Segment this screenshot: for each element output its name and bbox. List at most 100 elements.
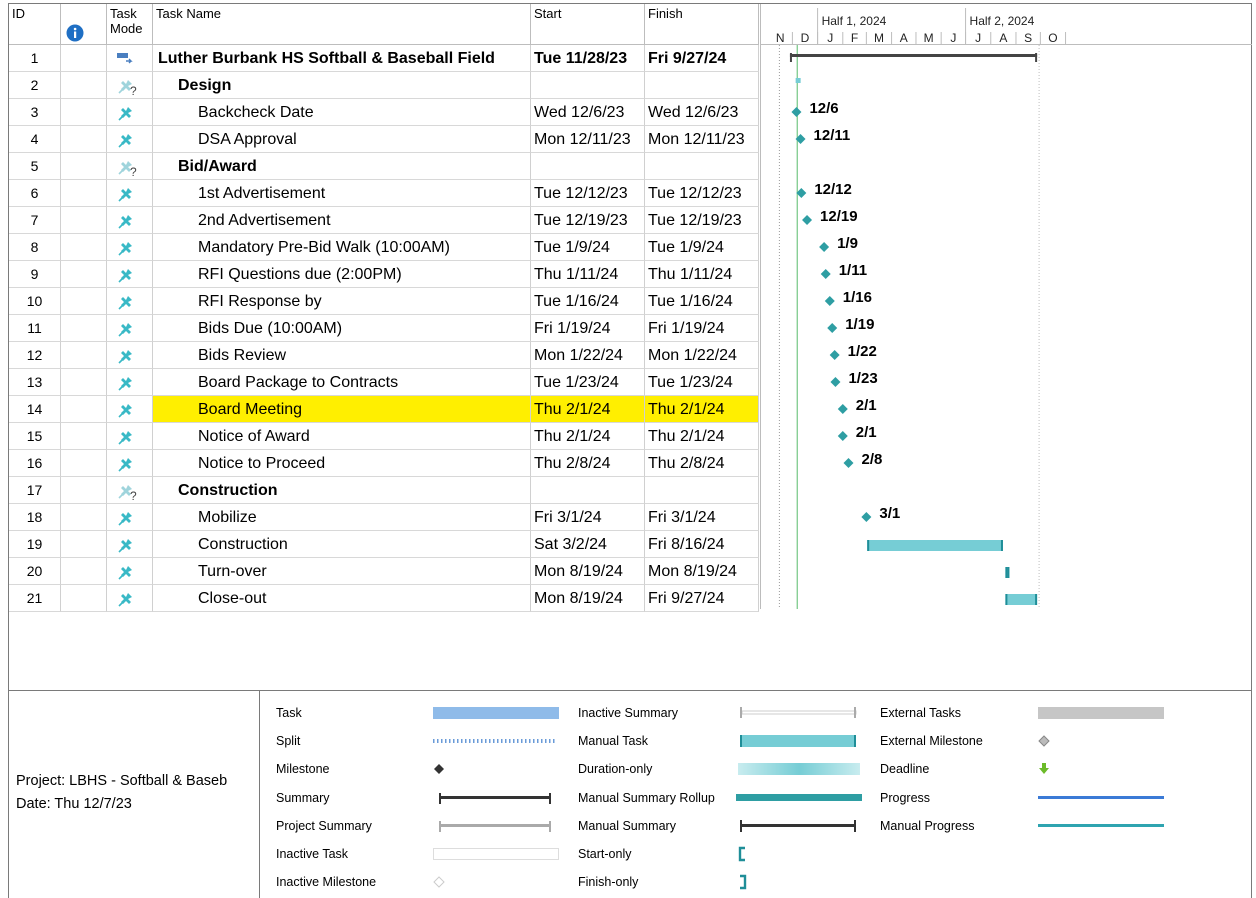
row-finish[interactable]: Fri 1/19/24 [645,315,759,342]
milestone-marker[interactable] [837,431,848,441]
row-task-mode[interactable]: ? [107,477,153,504]
row-start[interactable] [531,72,645,99]
row-start[interactable]: Sat 3/2/24 [531,531,645,558]
row-finish[interactable] [645,72,759,99]
row-finish[interactable]: Tue 12/19/23 [645,207,759,234]
row-start[interactable]: Thu 2/1/24 [531,396,645,423]
row-task-name[interactable]: Bids Review [153,342,531,369]
row-start[interactable]: Mon 8/19/24 [531,585,645,612]
row-start[interactable]: Tue 11/28/23 [531,45,645,72]
milestone-marker[interactable] [830,377,841,387]
row-start[interactable]: Tue 1/23/24 [531,369,645,396]
milestone-marker[interactable] [843,458,854,468]
row-task-mode[interactable] [107,342,153,369]
row-finish[interactable]: Fri 9/27/24 [645,585,759,612]
manual-task-bar[interactable] [1005,594,1038,605]
table-row[interactable]: 6 1st Advertisement Tue 12/12/23 Tue 12/12/… [9,180,759,207]
row-task-mode[interactable] [107,45,153,72]
row-finish[interactable]: Thu 2/1/24 [645,423,759,450]
row-finish[interactable]: Thu 2/1/24 [645,396,759,423]
row-finish[interactable]: Tue 1/9/24 [645,234,759,261]
row-start[interactable]: Thu 2/1/24 [531,423,645,450]
row-task-name[interactable]: Mandatory Pre-Bid Walk (10:00AM) [153,234,531,261]
row-finish[interactable]: Mon 12/11/23 [645,126,759,153]
row-task-name[interactable]: RFI Questions due (2:00PM) [153,261,531,288]
row-task-name[interactable]: RFI Response by [153,288,531,315]
row-start[interactable]: Tue 1/9/24 [531,234,645,261]
row-start[interactable]: Mon 8/19/24 [531,558,645,585]
row-task-mode[interactable] [107,531,153,558]
table-row[interactable]: 4 DSA Approval Mon 12/11/23 Mon 12/11/23 [9,126,759,153]
row-start[interactable]: Fri 3/1/24 [531,504,645,531]
row-task-name[interactable]: Luther Burbank HS Softball & Baseball Fi… [153,45,531,72]
table-row[interactable]: 20 Turn-over Mon 8/19/24 Mon 8/19/24 [9,558,759,585]
row-task-mode[interactable] [107,558,153,585]
row-finish[interactable]: Fri 3/1/24 [645,504,759,531]
row-task-mode[interactable]: ? [107,153,153,180]
row-finish[interactable]: Tue 12/12/23 [645,180,759,207]
row-finish[interactable]: Mon 8/19/24 [645,558,759,585]
row-task-mode[interactable] [107,423,153,450]
row-task-name[interactable]: Mobilize [153,504,531,531]
table-row[interactable]: 2? Design [9,72,759,99]
table-row[interactable]: 18 Mobilize Fri 3/1/24 Fri 3/1/24 [9,504,759,531]
table-row[interactable]: 8 Mandatory Pre-Bid Walk (10:00AM) Tue 1/9… [9,234,759,261]
row-task-name[interactable]: Board Meeting [153,396,531,423]
milestone-marker[interactable] [827,323,838,333]
row-task-mode[interactable] [107,99,153,126]
table-row[interactable]: 12 Bids Review Mon 1/22/24 Mon 1/22/24 [9,342,759,369]
column-header-finish[interactable]: Finish [645,4,759,44]
row-task-mode[interactable] [107,450,153,477]
row-task-name[interactable]: Design [153,72,531,99]
column-header-id[interactable]: ID [9,4,61,44]
row-task-name[interactable]: Close-out [153,585,531,612]
row-start[interactable]: Thu 2/8/24 [531,450,645,477]
row-task-name[interactable]: 1st Advertisement [153,180,531,207]
row-task-name[interactable]: Notice of Award [153,423,531,450]
row-finish[interactable]: Fri 9/27/24 [645,45,759,72]
row-task-name[interactable]: DSA Approval [153,126,531,153]
row-finish[interactable]: Thu 2/8/24 [645,450,759,477]
column-header-task-mode[interactable]: Task Mode [107,4,153,44]
table-row[interactable]: 21 Close-out Mon 8/19/24 Fri 9/27/24 [9,585,759,612]
row-start[interactable]: Wed 12/6/23 [531,99,645,126]
row-task-mode[interactable] [107,234,153,261]
row-task-name[interactable]: Construction [153,531,531,558]
row-start[interactable]: Fri 1/19/24 [531,315,645,342]
table-row[interactable]: 3 Backcheck Date Wed 12/6/23 Wed 12/6/23 [9,99,759,126]
table-row[interactable]: 7 2nd Advertisement Tue 12/19/23 Tue 12/19/… [9,207,759,234]
row-start[interactable]: Tue 12/12/23 [531,180,645,207]
table-row[interactable]: 13 Board Package to Contracts Tue 1/23/24 T… [9,369,759,396]
table-row[interactable]: 1 Luther Burbank HS Softball & Baseball F… [9,45,759,72]
milestone-marker[interactable] [829,350,840,360]
manual-task-bar[interactable] [867,540,1003,551]
milestone-marker[interactable] [861,512,872,522]
row-task-name[interactable]: 2nd Advertisement [153,207,531,234]
summary-bar[interactable] [789,54,1038,57]
row-task-name[interactable]: Turn-over [153,558,531,585]
row-start[interactable]: Tue 1/16/24 [531,288,645,315]
table-row[interactable]: 19 Construction Sat 3/2/24 Fri 8/16/24 [9,531,759,558]
table-row[interactable]: 17? Construction [9,477,759,504]
table-row[interactable]: 5? Bid/Award [9,153,759,180]
row-task-mode[interactable] [107,585,153,612]
row-task-mode[interactable] [107,396,153,423]
row-finish[interactable] [645,153,759,180]
row-finish[interactable]: Mon 1/22/24 [645,342,759,369]
row-task-mode[interactable] [107,504,153,531]
column-header-task-name[interactable]: Task Name [153,4,531,44]
row-finish[interactable]: Tue 1/16/24 [645,288,759,315]
row-task-mode[interactable] [107,207,153,234]
row-finish[interactable]: Fri 8/16/24 [645,531,759,558]
milestone-marker[interactable] [819,242,830,252]
row-task-name[interactable]: Bid/Award [153,153,531,180]
row-start[interactable] [531,477,645,504]
row-task-mode[interactable] [107,288,153,315]
row-task-name[interactable]: Notice to Proceed [153,450,531,477]
milestone-marker[interactable] [824,296,835,306]
row-task-name[interactable]: Construction [153,477,531,504]
row-task-name[interactable]: Backcheck Date [153,99,531,126]
milestone-marker[interactable] [837,404,848,414]
manual-summary-bar[interactable] [795,78,801,83]
milestone-marker[interactable] [820,269,831,279]
